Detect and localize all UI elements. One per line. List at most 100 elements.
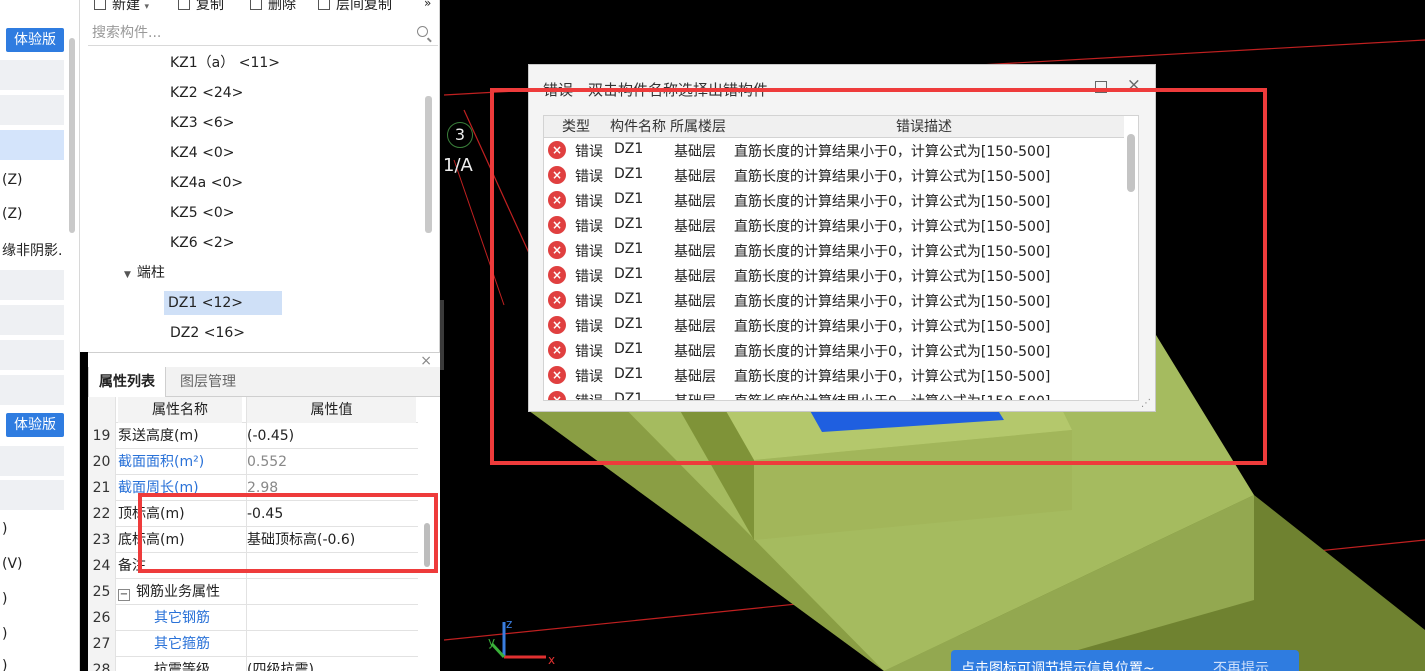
strip-cell[interactable] [0,340,64,370]
floor-copy-icon [318,0,330,10]
toast-message: 点击图标可调节提示信息位置~ [961,661,1155,671]
new-button[interactable]: 新建 ▾ [94,0,149,14]
header-num-cell [88,397,116,423]
property-name: 其它钢筋 [154,610,210,626]
property-row[interactable]: 20 截面面积(m²) 0.552 [88,449,418,475]
property-name: 截面面积(m²) [118,454,205,470]
app-window: 体验版 (Z) (Z) 缘非阴影. 体验版 ) (V) ) ) ) 新建 ▾ 复… [0,0,1425,671]
property-name: 抗震等级 [154,662,210,671]
property-value[interactable]: (四级抗震) [246,657,416,671]
annotation-rect [138,493,438,573]
tree-item-selected[interactable]: DZ1 <12> [164,291,282,315]
chevron-down-icon: ▾ [144,2,149,12]
tree-item[interactable]: KZ3 <6> [166,111,286,135]
strip-text: 缘非阴影. [2,243,63,259]
tab-layer-management[interactable]: 图层管理 [170,367,246,397]
strip-scrollbar[interactable] [69,38,75,233]
tree-item[interactable]: KZ4 <0> [166,141,286,165]
tree-group-label: 端柱 [136,265,165,281]
row-number: 26 [88,605,116,631]
property-row[interactable]: 27 其它箍筋 [88,631,418,657]
row-number: 21 [88,475,116,501]
strip-cell[interactable] [0,375,64,405]
strip-cell[interactable] [0,446,64,476]
search-box [88,20,438,46]
dismiss-hint-button[interactable]: 不再提示 [1213,658,1269,671]
collapse-icon[interactable]: − [118,589,130,601]
strip-cell[interactable] [0,60,64,90]
floor-copy-button[interactable]: 层间复制 [318,0,392,14]
strip-cell[interactable] [0,480,64,510]
strip-cell[interactable] [0,270,64,300]
floor-copy-label: 层间复制 [336,0,392,13]
grid-axis-bubble: 3 [447,122,473,148]
strip-cell-selected[interactable] [0,130,64,160]
header-value: 属性值 [246,397,416,423]
delete-icon [250,0,262,10]
more-button[interactable]: » [424,0,431,10]
strip-cell[interactable] [0,305,64,335]
delete-label: 删除 [268,0,296,13]
tree-item[interactable]: KZ2 <24> [166,81,286,105]
tree-toolbar: 新建 ▾ 复制 删除 层间复制 » [80,0,440,18]
properties-tabs: 属性列表 图层管理 [88,367,440,397]
row-number: 27 [88,631,116,657]
property-row[interactable]: 19 泵送高度(m) (-0.45) [88,423,418,449]
property-name: 泵送高度(m) [118,428,199,444]
svg-text:x: x [548,653,555,667]
copy-label: 复制 [196,0,224,13]
svg-text:z: z [506,617,512,631]
property-group-label: 钢筋业务属性 [136,584,220,600]
caret-down-icon: ▼ [124,270,131,280]
annotation-rect [490,88,1267,465]
row-number: 22 [88,501,116,527]
search-input[interactable] [92,24,402,42]
row-number: 28 [88,657,116,671]
strip-text: (Z) [2,206,23,222]
row-number: 25 [88,579,116,605]
grid-axis-label: 1/A [443,155,473,176]
strip-text: ) [2,658,8,671]
left-side-panel: 体验版 (Z) (Z) 缘非阴影. 体验版 ) (V) ) ) ) [0,0,80,671]
strip-text: ) [2,626,8,642]
property-value[interactable] [246,631,416,657]
properties-header-row: 属性名称 属性值 [88,397,418,423]
strip-text: ) [2,591,8,607]
strip-cell[interactable] [0,95,64,125]
property-row[interactable]: 25 − 钢筋业务属性 [88,579,418,605]
tree-item[interactable]: DZ2 <16> [166,321,286,345]
new-icon [94,0,106,10]
hint-toast[interactable]: 点击图标可调节提示信息位置~ 不再提示 [951,650,1299,671]
copy-button[interactable]: 复制 [178,0,224,14]
tree-item[interactable]: KZ1（a） <11> [166,51,286,75]
property-value[interactable]: (-0.45) [246,423,416,449]
tree-item[interactable]: KZ4a <0> [166,171,286,195]
tree-item[interactable]: KZ6 <2> [166,231,286,255]
tree-scrollbar[interactable] [425,96,432,233]
property-row[interactable]: 26 其它钢筋 [88,605,418,631]
strip-text: ) [2,521,8,537]
row-number: 20 [88,449,116,475]
property-value[interactable] [246,605,416,631]
property-value [246,579,416,605]
strip-text: (V) [2,556,23,572]
property-name: 其它箍筋 [154,636,210,652]
tab-property-list[interactable]: 属性列表 [88,367,166,397]
copy-icon [178,0,190,10]
trial-badge[interactable]: 体验版 [6,28,64,52]
svg-text:y: y [488,635,495,649]
tree-group-end-column[interactable]: ▼ 端柱 [124,261,165,285]
strip-text: (Z) [2,172,23,188]
row-number: 24 [88,553,116,579]
search-icon[interactable] [417,26,428,37]
trial-badge[interactable]: 体验版 [6,413,64,437]
component-tree-panel: 新建 ▾ 复制 删除 层间复制 » KZ1（a） <11> KZ2 <24> K… [80,0,440,352]
new-label: 新建 [112,0,140,13]
property-value: 0.552 [246,449,416,475]
tree-item[interactable]: KZ5 <0> [166,201,286,225]
row-number: 23 [88,527,116,553]
axis-gizmo: z x y [488,617,555,667]
header-name: 属性名称 [118,397,242,423]
delete-button[interactable]: 删除 [250,0,296,14]
property-row[interactable]: 28 抗震等级 (四级抗震) [88,657,418,671]
